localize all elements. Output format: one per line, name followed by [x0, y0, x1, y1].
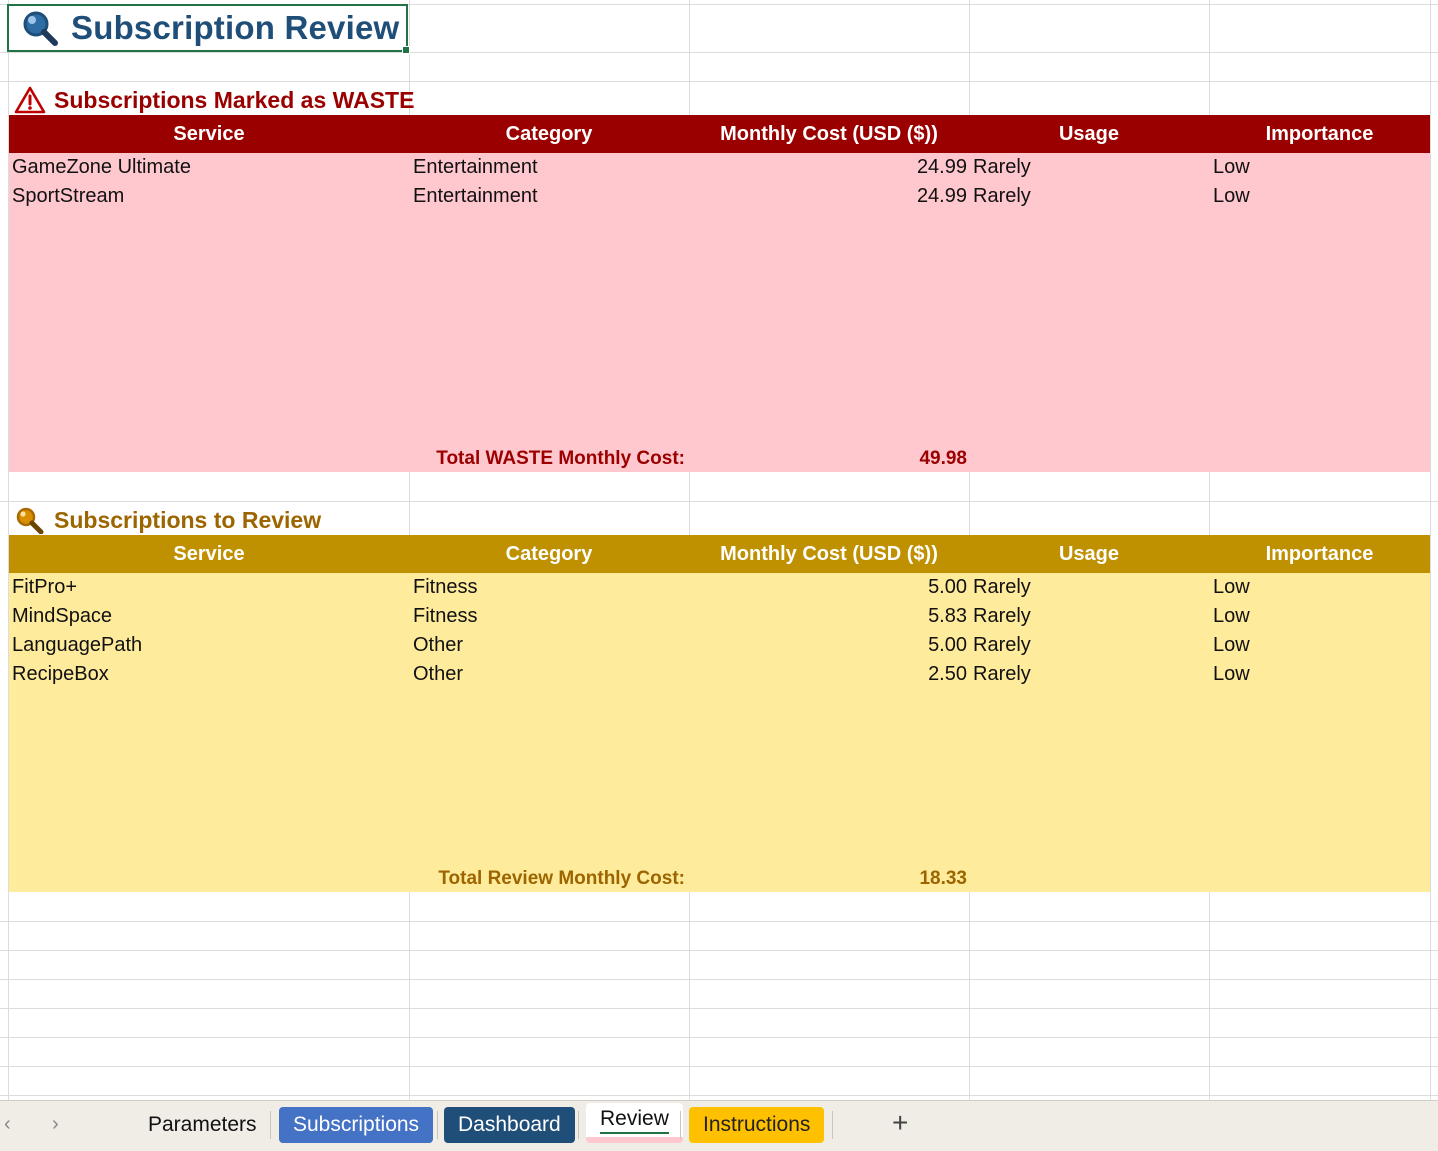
cell-category[interactable]: Other — [413, 663, 463, 686]
tab-instructions[interactable]: Instructions — [689, 1107, 825, 1143]
cell-service[interactable]: MindSpace — [12, 605, 112, 628]
cell-category[interactable]: Entertainment — [413, 185, 538, 208]
table-row[interactable]: MindSpace Fitness 5.83 Rarely Low — [9, 602, 1430, 631]
review-rows: FitPro+ Fitness 5.00 Rarely Low MindSpac… — [9, 573, 1430, 689]
cell-service[interactable]: SportStream — [12, 185, 124, 208]
page-title: Subscription Review — [71, 9, 400, 46]
waste-section-title: Subscriptions Marked as WASTE — [14, 86, 414, 114]
waste-total-value[interactable]: 49.98 — [919, 448, 967, 470]
table-row[interactable]: LanguagePath Other 5.00 Rarely Low — [9, 631, 1430, 660]
table-row[interactable]: GameZone Ultimate Entertainment 24.99 Ra… — [9, 153, 1430, 182]
cell-usage[interactable]: Rarely — [973, 605, 1031, 628]
cell-importance[interactable]: Low — [1213, 663, 1250, 686]
cell-service[interactable]: LanguagePath — [12, 634, 142, 657]
column-header-service[interactable]: Service — [9, 123, 409, 146]
cell-service[interactable]: RecipeBox — [12, 663, 109, 686]
column-header-importance[interactable]: Importance — [1209, 123, 1430, 146]
table-row[interactable]: RecipeBox Other 2.50 Rarely Low — [9, 660, 1430, 689]
cell-importance[interactable]: Low — [1213, 185, 1250, 208]
waste-total-label[interactable]: Total WASTE Monthly Cost: — [436, 448, 685, 470]
tab-label: Parameters — [148, 1113, 257, 1136]
cell-usage[interactable]: Rarely — [973, 663, 1031, 686]
review-section-title: Subscriptions to Review — [14, 506, 321, 534]
table-row[interactable]: FitPro+ Fitness 5.00 Rarely Low — [9, 573, 1430, 602]
table-row[interactable]: SportStream Entertainment 24.99 Rarely L… — [9, 182, 1430, 211]
tab-parameters[interactable]: Parameters — [134, 1107, 271, 1143]
plus-icon[interactable]: + — [892, 1107, 908, 1139]
tab-subscriptions[interactable]: Subscriptions — [279, 1107, 434, 1143]
column-header-monthly-cost[interactable]: Monthly Cost (USD ($)) — [689, 543, 969, 566]
review-table: Service Category Monthly Cost (USD ($)) … — [9, 535, 1430, 892]
fill-handle[interactable] — [402, 46, 410, 54]
warning-triangle-icon — [14, 86, 46, 114]
cell-importance[interactable]: Low — [1213, 605, 1250, 628]
cell-category[interactable]: Fitness — [413, 605, 477, 628]
review-table-header: Service Category Monthly Cost (USD ($)) … — [9, 535, 1430, 573]
column-header-usage[interactable]: Usage — [969, 123, 1209, 146]
waste-table-header: Service Category Monthly Cost (USD ($)) … — [9, 115, 1430, 153]
cell-usage[interactable]: Rarely — [973, 576, 1031, 599]
tab-review[interactable]: Review — [586, 1103, 683, 1143]
cell-cost[interactable]: 2.50 — [928, 663, 967, 686]
column-header-monthly-cost[interactable]: Monthly Cost (USD ($)) — [689, 123, 969, 146]
review-title: Subscriptions to Review — [54, 506, 322, 533]
column-header-category[interactable]: Category — [409, 543, 689, 566]
cell-importance[interactable]: Low — [1213, 576, 1250, 599]
cell-usage[interactable]: Rarely — [973, 634, 1031, 657]
tab-dashboard[interactable]: Dashboard — [444, 1107, 575, 1143]
tab-label: Review — [600, 1107, 669, 1134]
cell-importance[interactable]: Low — [1213, 156, 1250, 179]
cell-category[interactable]: Fitness — [413, 576, 477, 599]
waste-rows: GameZone Ultimate Entertainment 24.99 Ra… — [9, 153, 1430, 211]
tab-label: Instructions — [703, 1113, 811, 1136]
cell-category[interactable]: Entertainment — [413, 156, 538, 179]
column-header-category[interactable]: Category — [409, 123, 689, 146]
title-cell[interactable]: Subscription Review — [7, 4, 410, 54]
cell-cost[interactable]: 24.99 — [917, 156, 967, 179]
review-total-value[interactable]: 18.33 — [919, 868, 967, 890]
cell-importance[interactable]: Low — [1213, 634, 1250, 657]
chevron-left-icon[interactable]: ‹ — [4, 1113, 11, 1136]
column-header-service[interactable]: Service — [9, 543, 409, 566]
cell-category[interactable]: Other — [413, 634, 463, 657]
cell-cost[interactable]: 24.99 — [917, 185, 967, 208]
tab-label: Dashboard — [458, 1113, 561, 1136]
tab-label: Subscriptions — [293, 1113, 420, 1136]
cell-cost[interactable]: 5.00 — [928, 576, 967, 599]
column-header-usage[interactable]: Usage — [969, 543, 1209, 566]
cell-cost[interactable]: 5.00 — [928, 634, 967, 657]
waste-title: Subscriptions Marked as WASTE — [54, 86, 415, 113]
sheet-tab-bar: ‹ › Parameters Subscriptions Dashboard R… — [0, 1100, 1438, 1151]
magnifier-icon — [14, 506, 46, 534]
magnifier-icon — [21, 9, 59, 47]
review-total-label[interactable]: Total Review Monthly Cost: — [438, 868, 685, 890]
column-header-importance[interactable]: Importance — [1209, 543, 1430, 566]
chevron-right-icon[interactable]: › — [52, 1113, 59, 1136]
cell-service[interactable]: FitPro+ — [12, 576, 77, 599]
waste-table: Service Category Monthly Cost (USD ($)) … — [9, 115, 1430, 472]
cell-usage[interactable]: Rarely — [973, 185, 1031, 208]
cell-cost[interactable]: 5.83 — [928, 605, 967, 628]
cell-service[interactable]: GameZone Ultimate — [12, 156, 191, 179]
cell-usage[interactable]: Rarely — [973, 156, 1031, 179]
